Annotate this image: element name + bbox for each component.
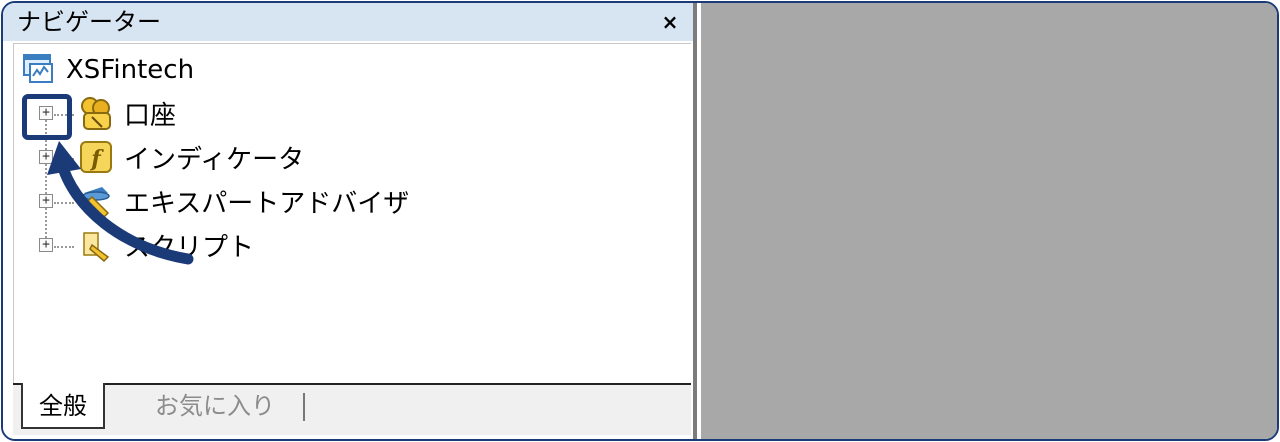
navigator-tabs: 全般 お気に入り xyxy=(13,383,691,435)
callout-arrow-icon xyxy=(47,141,194,265)
tab-separator xyxy=(303,393,305,421)
screenshot-frame: ナビゲーター × XSFintech + 口座 + f インディケータ + エキ… xyxy=(1,1,1279,441)
chart-area-placeholder xyxy=(701,3,1277,439)
tab-general[interactable]: 全般 xyxy=(21,383,105,429)
tab-favorites[interactable]: お気に入り xyxy=(139,383,291,429)
close-button[interactable]: × xyxy=(657,9,683,35)
